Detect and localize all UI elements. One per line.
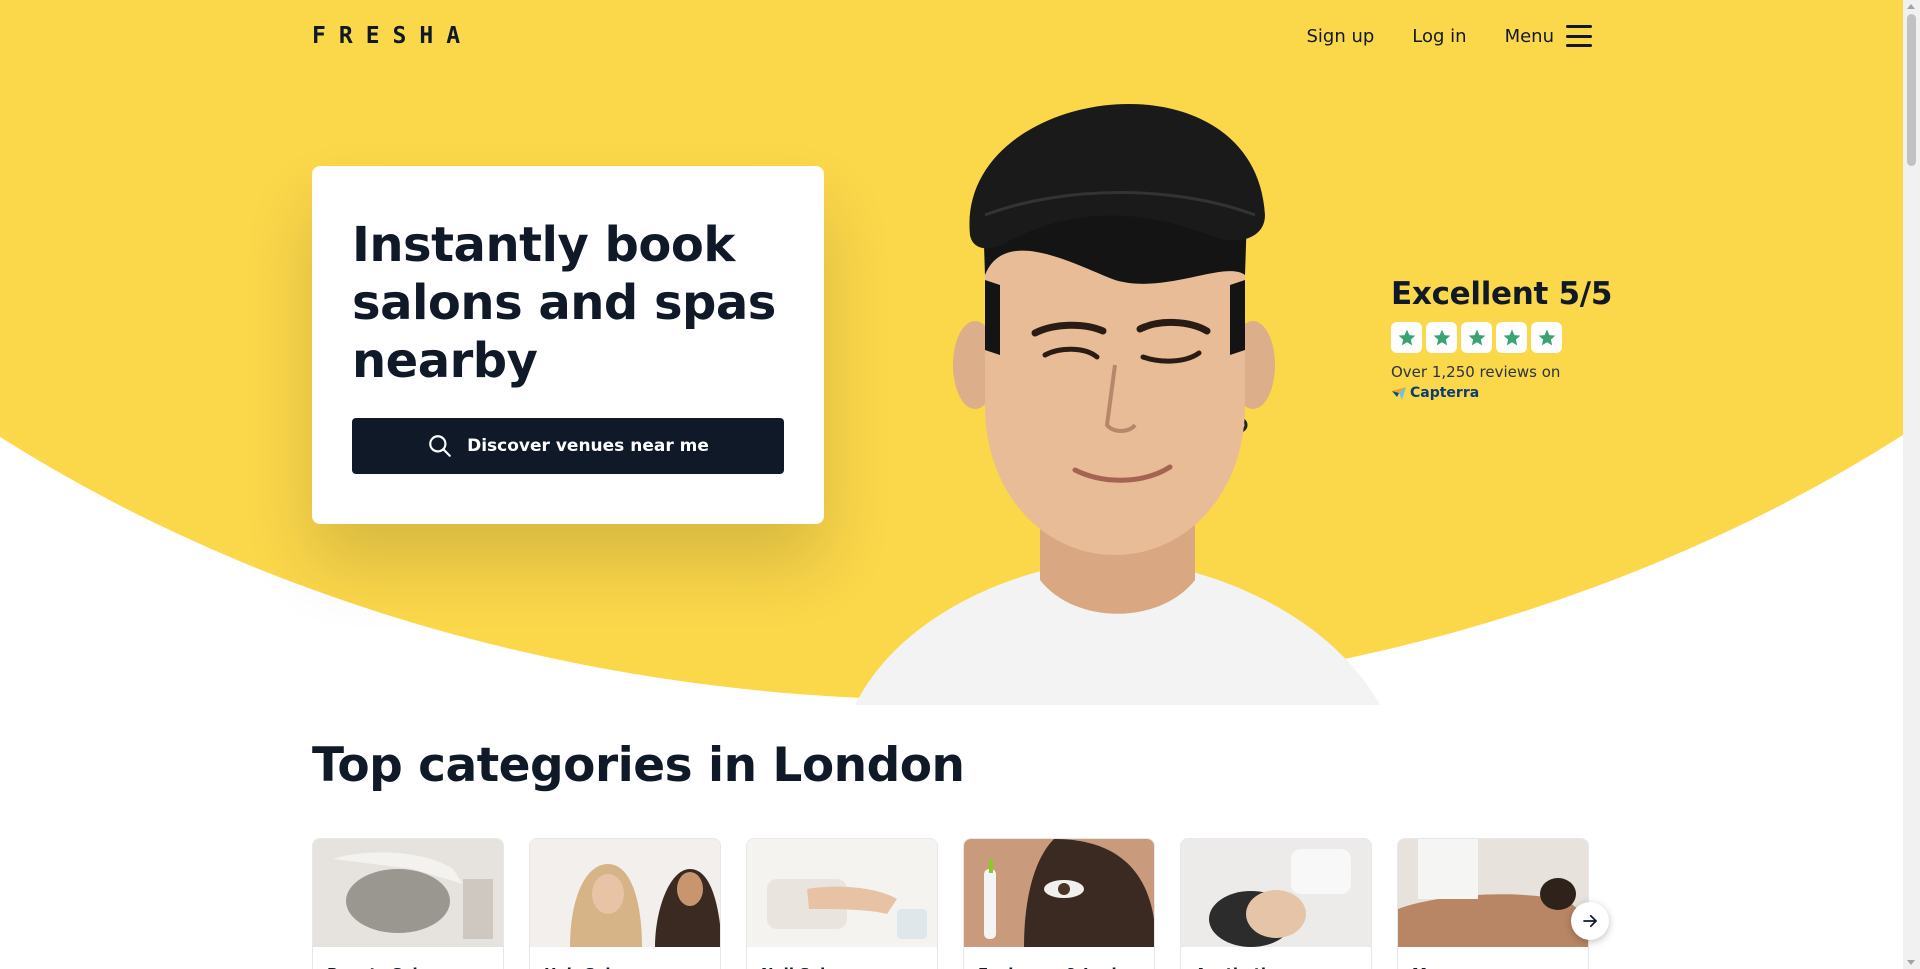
star-rating xyxy=(1391,322,1612,353)
menu-label: Menu xyxy=(1504,25,1554,47)
carousel-next-button[interactable] xyxy=(1571,902,1609,940)
rating-block: Excellent 5/5 Over 1,250 reviews on Capt… xyxy=(1391,276,1612,401)
star-icon xyxy=(1426,322,1457,353)
star-icon xyxy=(1496,322,1527,353)
category-card-beauty-salons[interactable]: Beauty Salons xyxy=(312,838,504,969)
discover-venues-button[interactable]: Discover venues near me xyxy=(352,418,784,474)
page-scrollbar[interactable] xyxy=(1903,0,1920,969)
category-label: Nail Salons xyxy=(747,947,937,969)
star-icon xyxy=(1531,322,1562,353)
rating-subtitle: Over 1,250 reviews on xyxy=(1391,363,1561,381)
category-image xyxy=(747,839,937,947)
category-card-massage[interactable]: Massage xyxy=(1397,838,1589,969)
capterra-label: Capterra xyxy=(1410,385,1480,401)
hero-title: Instantly book salons and spas nearby xyxy=(352,217,776,389)
category-label: Massage xyxy=(1398,947,1588,969)
scroll-down-icon[interactable] xyxy=(1907,960,1915,965)
nav-actions: Sign up Log in Menu xyxy=(1306,25,1592,47)
category-image xyxy=(313,839,503,947)
scroll-up-icon[interactable] xyxy=(1907,4,1915,9)
star-icon xyxy=(1461,322,1492,353)
category-card-nail-salons[interactable]: Nail Salons xyxy=(746,838,938,969)
star-icon xyxy=(1391,322,1422,353)
categories-title: Top categories in London xyxy=(312,738,965,793)
search-icon xyxy=(429,435,451,457)
category-image xyxy=(1181,839,1371,947)
category-card-eyebrows-lashes[interactable]: Eyebrows & Lashes xyxy=(963,838,1155,969)
hero-portrait-image xyxy=(855,103,1380,705)
menu-button[interactable]: Menu xyxy=(1505,25,1592,47)
hero-card: Instantly book salons and spas nearby Di… xyxy=(312,166,824,524)
category-carousel: Beauty Salons Hair Salons xyxy=(312,838,1589,969)
category-label: Hair Salons xyxy=(530,947,720,969)
top-nav: FRESHA Sign up Log in Menu xyxy=(312,0,1592,72)
category-label: Aesthetics xyxy=(1181,947,1371,969)
page: FRESHA Sign up Log in Menu Instantly boo… xyxy=(0,0,1920,969)
category-image xyxy=(1398,839,1588,947)
category-image xyxy=(964,839,1154,947)
category-label: Eyebrows & Lashes xyxy=(964,947,1154,969)
login-link[interactable]: Log in xyxy=(1412,26,1466,47)
scroll-thumb[interactable] xyxy=(1907,14,1916,166)
category-label: Beauty Salons xyxy=(313,947,503,969)
rating-title: Excellent 5/5 xyxy=(1391,276,1613,312)
signup-link[interactable]: Sign up xyxy=(1306,26,1374,47)
category-image xyxy=(530,839,720,947)
category-card-hair-salons[interactable]: Hair Salons xyxy=(529,838,721,969)
logo[interactable]: FRESHA xyxy=(312,23,473,49)
hamburger-icon xyxy=(1566,25,1592,47)
discover-venues-label: Discover venues near me xyxy=(467,436,709,456)
category-card-aesthetics[interactable]: Aesthetics xyxy=(1180,838,1372,969)
capterra-logo[interactable]: Capterra xyxy=(1391,385,1612,401)
arrow-right-icon xyxy=(1583,914,1597,928)
capterra-icon xyxy=(1392,387,1406,400)
